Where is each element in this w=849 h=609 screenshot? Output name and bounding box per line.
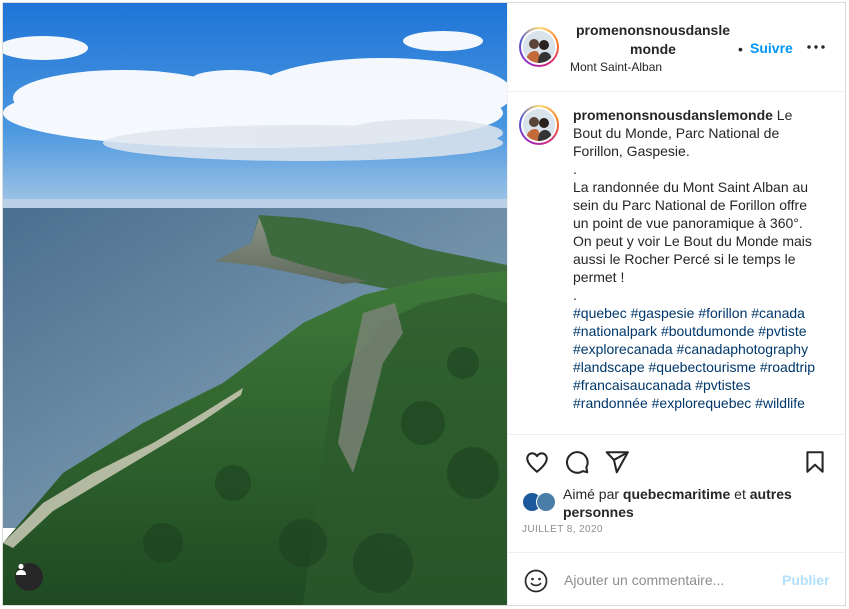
more-options-icon xyxy=(807,45,825,49)
hashtag-link[interactable]: #boutdumonde xyxy=(661,323,754,339)
hashtag-link[interactable]: #forillon xyxy=(698,305,747,321)
hashtag-link[interactable]: #explorecanada xyxy=(573,341,673,357)
more-options-button[interactable] xyxy=(806,39,826,55)
avatar-photo xyxy=(523,31,555,63)
hashtag-link[interactable]: #roadtrip xyxy=(760,359,815,375)
author-username[interactable]: promenonsnousdanslemonde xyxy=(572,21,734,59)
user-tag-button[interactable] xyxy=(15,563,43,591)
landscape-photo xyxy=(3,3,507,605)
save-button[interactable] xyxy=(802,449,828,475)
hashtag-link[interactable]: #randonnée xyxy=(573,395,648,411)
hashtag-link[interactable]: #explorequebec xyxy=(652,395,752,411)
bookmark-icon xyxy=(806,451,824,473)
share-button[interactable] xyxy=(604,449,630,475)
post-date[interactable]: JUILLET 8, 2020 xyxy=(522,524,603,535)
separator-dot: • xyxy=(738,41,743,57)
hashtag-link[interactable]: #nationalpark xyxy=(573,323,657,339)
comment-button[interactable] xyxy=(564,449,590,475)
caption-area: promenonsnousdanslemonde Le Bout du Mond… xyxy=(508,93,846,435)
comment-box: Publier xyxy=(508,552,846,605)
comment-icon xyxy=(566,451,589,474)
follow-button[interactable]: Suivre xyxy=(750,40,793,56)
hashtag-list: #quebec #gaspesie #forillon #canada #nat… xyxy=(573,304,823,412)
likes-middle: et xyxy=(730,486,750,502)
liker-avatar[interactable] xyxy=(536,492,556,512)
paper-plane-icon xyxy=(605,451,629,474)
likes-text: Aimé par quebecmaritime et autres person… xyxy=(563,485,833,521)
hashtag-link[interactable]: #francaisaucanada xyxy=(573,377,691,393)
likes-prefix: Aimé par xyxy=(563,486,623,502)
hashtag-link[interactable]: #canadaphotography xyxy=(677,341,809,357)
action-bar xyxy=(508,443,846,483)
heart-icon xyxy=(526,452,548,473)
post-side-panel: promenonsnousdanslemonde Mont Saint-Alba… xyxy=(507,3,846,605)
author-avatar[interactable] xyxy=(519,27,559,67)
post-header: promenonsnousdanslemonde Mont Saint-Alba… xyxy=(508,3,846,92)
post-photo[interactable] xyxy=(3,3,507,605)
caption-dot: . xyxy=(573,287,577,303)
post-location[interactable]: Mont Saint-Alban xyxy=(570,60,662,74)
avatar-photo xyxy=(523,109,555,141)
hashtag-link[interactable]: #landscape xyxy=(573,359,645,375)
caption-body: La randonnée du Mont Saint Alban au sein… xyxy=(573,179,812,285)
user-tag-icon xyxy=(16,563,26,575)
comment-input[interactable] xyxy=(564,569,764,591)
hashtag-link[interactable]: #pvtistes xyxy=(695,377,750,393)
caption-dot: . xyxy=(573,161,577,177)
emoji-button[interactable] xyxy=(524,569,548,593)
instagram-post: promenonsnousdanslemonde Mont Saint-Alba… xyxy=(2,2,846,606)
emoji-icon xyxy=(524,569,548,593)
caption-username[interactable]: promenonsnousdanslemonde xyxy=(573,107,773,123)
like-button[interactable] xyxy=(524,449,550,475)
publish-button[interactable]: Publier xyxy=(782,572,829,588)
hashtag-link[interactable]: #pvtiste xyxy=(758,323,806,339)
hashtag-link[interactable]: #quebectourisme xyxy=(649,359,756,375)
hashtag-link[interactable]: #wildlife xyxy=(755,395,805,411)
hashtag-link[interactable]: #gaspesie xyxy=(631,305,695,321)
liker-username[interactable]: quebecmaritime xyxy=(623,486,730,502)
caption-text: promenonsnousdanslemonde Le Bout du Mond… xyxy=(573,106,823,412)
caption-avatar[interactable] xyxy=(519,105,559,145)
hashtag-link[interactable]: #quebec xyxy=(573,305,627,321)
hashtag-link[interactable]: #canada xyxy=(751,305,805,321)
